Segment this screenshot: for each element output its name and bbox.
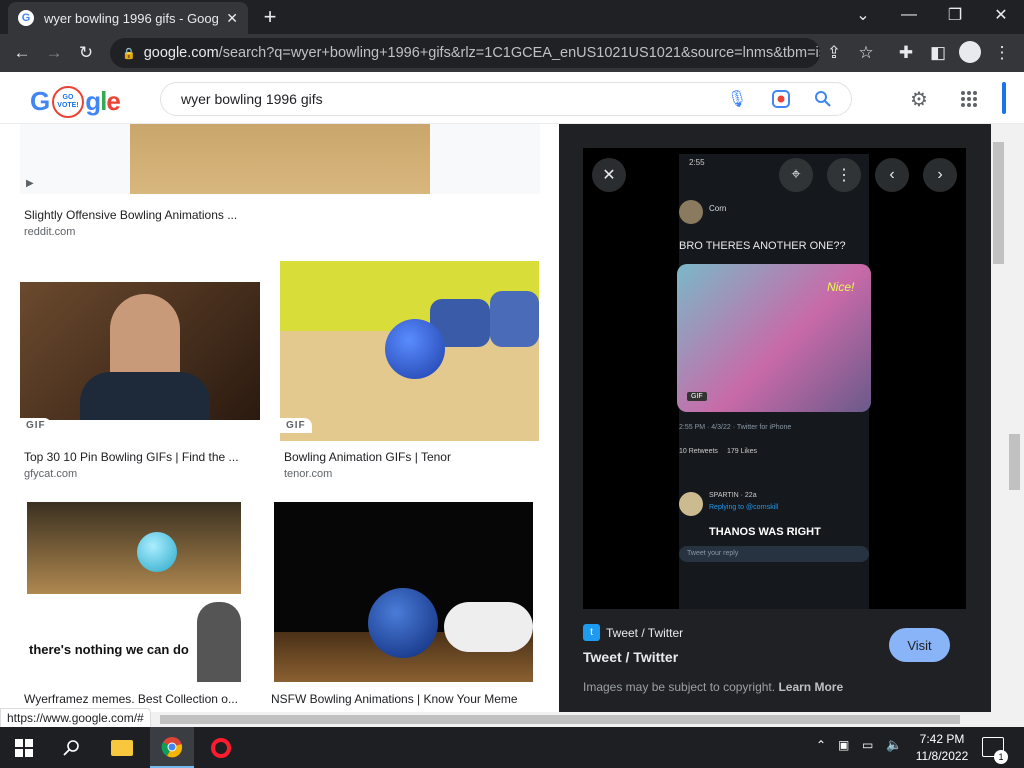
scroll-thumb-panel[interactable] [993, 142, 1004, 264]
account-indicator [1002, 82, 1006, 114]
window-close-icon[interactable]: ✕ [978, 0, 1024, 30]
side-panel-icon[interactable]: ◧ [922, 37, 954, 69]
extensions-icon[interactable]: ✚ [890, 37, 922, 69]
reload-icon[interactable]: ↻ [70, 37, 102, 69]
preview-title[interactable]: Tweet / Twitter [583, 649, 678, 665]
profile-avatar[interactable] [959, 41, 981, 63]
new-tab-icon[interactable]: + [256, 4, 284, 30]
search-input[interactable] [181, 91, 701, 107]
share-icon[interactable]: ⇪ [818, 37, 850, 69]
sticker-text: Nice! [827, 280, 855, 294]
tweet-meta: 2:55 PM · 4/3/22 · Twitter for iPhone [679, 424, 792, 431]
voice-search-icon[interactable]: 🎙 [726, 88, 748, 110]
result-title[interactable]: Bowling Animation GIFs | Tenor [284, 450, 534, 464]
learn-more-link[interactable]: Learn More [778, 680, 843, 694]
chrome-icon[interactable] [150, 727, 194, 768]
network-icon[interactable]: ▭ [862, 738, 873, 752]
lens-icon[interactable]: ⌖ [779, 158, 813, 192]
show-hidden-icons[interactable]: ⌃ [816, 738, 826, 752]
url-domain: google.com [143, 45, 219, 61]
result-thumbnail[interactable] [20, 282, 260, 420]
status-bar-url: https://www.google.com/# [0, 708, 151, 728]
url-path: /search?q=wyer+bowling+1996+gifs&rlz=1C1… [218, 45, 820, 61]
avatar [679, 492, 703, 516]
image-results: ▶ Slightly Offensive Bowling Animations … [0, 124, 559, 712]
search-box[interactable] [160, 82, 852, 116]
windows-start-icon[interactable] [2, 727, 46, 768]
settings-gear-icon[interactable]: ⚙ [908, 88, 930, 111]
back-icon[interactable]: ← [6, 37, 38, 69]
result-title[interactable]: Top 30 10 Pin Bowling GIFs | Find the ..… [24, 450, 254, 464]
result-title[interactable]: Wyerframez memes. Best Collection o... [24, 692, 244, 706]
visit-button[interactable]: Visit [889, 628, 950, 662]
go-vote-doodle[interactable]: GO VOTE! [52, 86, 84, 118]
previous-image-icon[interactable]: ‹ [875, 158, 909, 192]
result-source[interactable]: gfycat.com [24, 468, 77, 480]
search-icon[interactable] [50, 727, 94, 768]
minimize-icon[interactable]: — [886, 0, 932, 30]
forward-icon[interactable]: → [38, 37, 70, 69]
address-bar[interactable]: 🔒 google.com /search?q=wyer+bowling+1996… [110, 38, 820, 68]
tab-close-icon[interactable]: ✕ [226, 10, 238, 27]
phone-time: 2:55 [689, 158, 705, 167]
avatar [679, 200, 703, 224]
tweet-gif: Nice! GIF [677, 264, 871, 412]
google-favicon-icon: G [18, 10, 34, 26]
vertical-scrollbar[interactable] [991, 124, 1024, 712]
opera-icon[interactable] [199, 727, 243, 768]
result-thumbnail[interactable] [280, 261, 539, 441]
gif-badge: GIF [280, 418, 312, 433]
security-icon[interactable]: ▣ [838, 738, 849, 752]
copyright-notice: Images may be subject to copyright. Lear… [583, 680, 844, 694]
result-source[interactable]: tenor.com [284, 468, 332, 480]
result-thumbnail[interactable]: ▶ [20, 124, 540, 194]
file-explorer-icon[interactable] [100, 727, 144, 768]
play-icon: ▶ [26, 178, 34, 189]
tab-title: wyer bowling 1996 gifs - Google Se [44, 10, 219, 26]
restore-icon[interactable]: ❐ [932, 0, 978, 30]
meme-caption: there's nothing we can do [29, 642, 189, 657]
reply-field: Tweet your reply [679, 546, 869, 562]
tweet-user: Corn [709, 204, 727, 213]
clock-time: 7:42 PM [919, 732, 965, 746]
result-source[interactable]: reddit.com [24, 226, 75, 238]
tweet-text: BRO THERES ANOTHER ONE?? [679, 240, 846, 252]
horizontal-scrollbar[interactable] [0, 712, 1024, 727]
gif-badge: GIF [20, 418, 52, 433]
reply-to: Replying to @cornskill [709, 504, 779, 511]
notification-count-badge: 1 [994, 750, 1008, 764]
retweet-count: 10 Retweets [679, 448, 718, 455]
result-thumbnail[interactable] [274, 502, 533, 682]
next-image-icon[interactable]: › [923, 158, 957, 192]
preview-source[interactable]: Tweet / Twitter [606, 626, 683, 640]
result-title[interactable]: Slightly Offensive Bowling Animations ..… [24, 208, 264, 222]
clock[interactable]: 7:42 PM 11/8/2022 [912, 731, 972, 765]
more-options-icon[interactable]: ⋮ [827, 158, 861, 192]
reply-text: THANOS WAS RIGHT [709, 526, 821, 538]
volume-icon[interactable]: 🔈 [886, 737, 902, 753]
reply-user: SPARTIN · 22a [709, 492, 757, 499]
preview-image[interactable]: 2:55 Corn BRO THERES ANOTHER ONE?? Nice!… [583, 148, 966, 609]
result-title[interactable]: NSFW Bowling Animations | Know Your Meme [271, 692, 541, 706]
clock-date: 11/8/2022 [915, 749, 969, 763]
scroll-thumb-page[interactable] [1009, 434, 1020, 490]
tab-search-icon[interactable]: ⌄ [840, 0, 886, 30]
gif-badge: GIF [687, 392, 707, 401]
twitter-icon: t [583, 624, 600, 641]
lock-icon: 🔒 [122, 47, 136, 60]
close-preview-icon[interactable]: ✕ [592, 158, 626, 192]
result-thumbnail[interactable]: there's nothing we can do [27, 502, 241, 682]
like-count: 179 Likes [727, 448, 757, 455]
google-apps-icon[interactable] [958, 88, 980, 110]
browser-tab[interactable]: G wyer bowling 1996 gifs - Google Se ✕ [8, 2, 248, 34]
browser-menu-icon[interactable]: ⋮ [986, 37, 1018, 69]
lens-search-icon[interactable] [770, 88, 792, 110]
bookmark-star-icon[interactable]: ☆ [850, 37, 882, 69]
search-icon[interactable] [812, 88, 834, 110]
horizontal-scroll-thumb[interactable] [160, 715, 960, 724]
